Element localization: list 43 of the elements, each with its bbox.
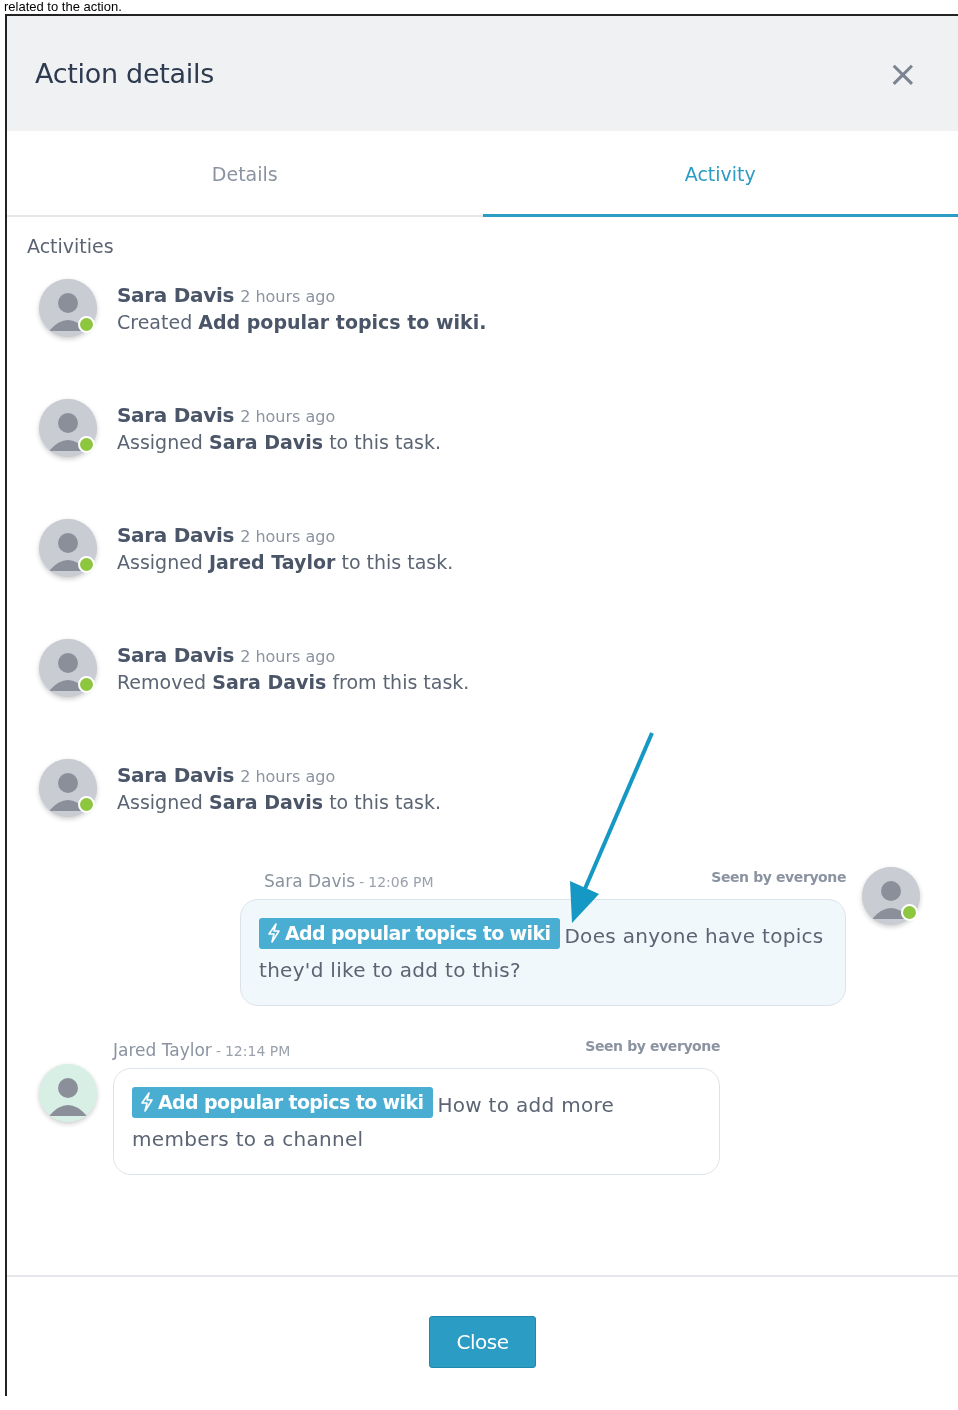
seen-status: Seen by everyone — [585, 1038, 720, 1054]
task-tag[interactable]: Add popular topics to wiki — [132, 1087, 434, 1118]
avatar-icon — [39, 759, 97, 817]
activity-time: 2 hours ago — [240, 407, 336, 426]
message-text: Add popular topics to wiki Does anyone have topics they'd like to add to this? — [259, 918, 827, 987]
activity-time: 2 hours ago — [240, 287, 336, 306]
section-heading: Activities — [27, 235, 115, 259]
author-name: Sara Davis — [117, 763, 235, 787]
avatar-icon — [39, 399, 97, 457]
activity-text: Assigned Sara Davis to this task. — [117, 431, 441, 453]
lightning-icon — [140, 1092, 154, 1112]
activity-text: Removed Sara Davis from this task. — [117, 671, 470, 693]
lightning-icon — [267, 923, 281, 943]
author-name: Sara Davis — [117, 643, 235, 667]
close-button[interactable]: × — [887, 55, 918, 92]
author-name: Sara Davis — [117, 283, 235, 307]
tab[interactable]: Details — [7, 131, 483, 217]
avatar-icon — [39, 519, 97, 577]
dialog-title: Action details — [35, 58, 214, 89]
seen-status: Seen by everyone — [711, 869, 846, 885]
message-text: Add popular topics to wiki How to add more members to a channel — [132, 1087, 701, 1156]
activity-time: 2 hours ago — [240, 527, 336, 546]
avatar-icon — [39, 279, 97, 337]
author-name: Jared Taylor — [113, 1040, 212, 1060]
task-tag[interactable]: Add popular topics to wiki — [259, 918, 561, 949]
separator-dash: - — [215, 1043, 221, 1059]
activity-time: 2 hours ago — [240, 767, 336, 786]
message-time: 12:06 PM — [368, 874, 434, 890]
author-name: Sara Davis — [117, 403, 235, 427]
activity-time: 2 hours ago — [240, 647, 336, 666]
tab[interactable]: Activity — [482, 131, 958, 217]
caption-text: related to the action. — [4, 0, 123, 14]
message-time: 12:14 PM — [224, 1043, 291, 1059]
activity-text: Assigned Jared Taylor to this task. — [117, 551, 454, 573]
separator-dash: - — [359, 874, 365, 890]
avatar-icon — [39, 1064, 97, 1122]
activity-text: Created Add popular topics to wiki. — [117, 311, 487, 333]
author-name: Sara Davis — [117, 523, 235, 547]
close-button[interactable]: Close — [429, 1316, 536, 1368]
avatar-icon — [39, 639, 97, 697]
avatar-icon — [862, 867, 920, 925]
author-name: Sara Davis — [264, 871, 356, 891]
activity-text: Assigned Sara Davis to this task. — [117, 791, 441, 813]
